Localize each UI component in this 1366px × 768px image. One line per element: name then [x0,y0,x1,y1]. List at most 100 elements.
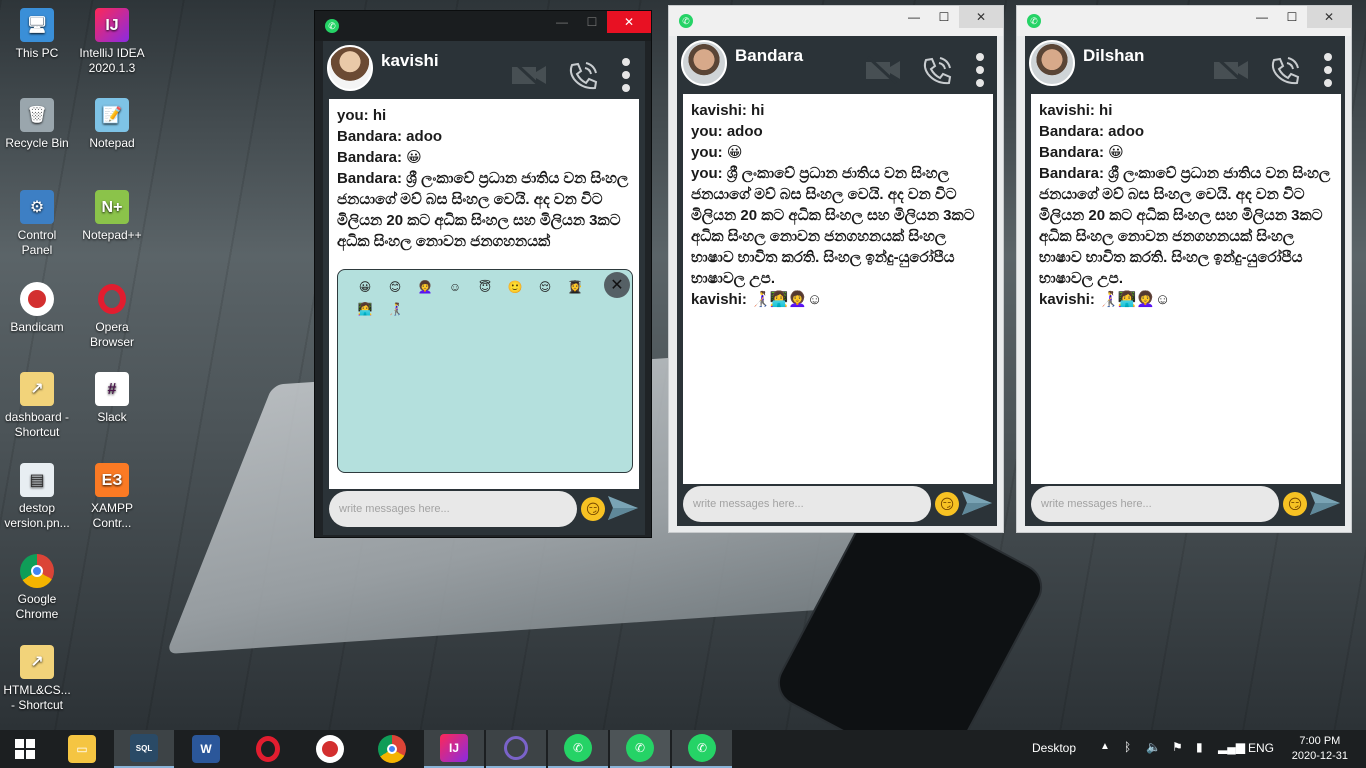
close-button[interactable]: ✕ [607,11,651,33]
emoji-option[interactable]: 😌 [530,280,560,294]
message-input[interactable] [683,486,931,522]
desktop-icon-label: Slack [97,410,127,424]
maximize-button[interactable]: ☐ [577,11,607,33]
more-options-icon[interactable] [1321,52,1335,88]
minimize-button[interactable]: — [547,11,577,33]
emoji-option[interactable]: ☺ [440,280,470,294]
emoji-button[interactable]: 😏 [581,497,605,521]
send-button[interactable] [959,488,995,518]
video-off-icon[interactable] [863,52,903,88]
start-button[interactable] [0,730,50,768]
minimize-button[interactable]: — [899,6,929,28]
taskbar-word[interactable]: W [176,730,236,768]
taskbar-chrome[interactable] [362,730,422,768]
network-signal-icon[interactable]: ▂▄▆ [1218,740,1245,754]
phone-call-icon[interactable] [919,52,955,88]
maximize-button[interactable]: ☐ [1277,6,1307,28]
minimize-button[interactable]: — [1247,6,1277,28]
desktop-icon-intellij[interactable]: IJ IntelliJ IDEA 2020.1.3 [77,8,147,76]
bluetooth-icon[interactable]: ᛒ [1124,740,1131,754]
desktop-icon-label: destop version.pn... [4,501,70,530]
emoji-button[interactable]: 😏 [935,492,959,516]
taskbar-bandicam[interactable] [300,730,360,768]
phone-call-icon[interactable] [1267,52,1303,88]
taskbar-whatsapp-3[interactable]: ✆ [672,730,732,768]
clock[interactable]: 7:00 PM 2020-12-31 [1292,734,1348,764]
emoji-option[interactable]: 👩‍🎓 [560,280,590,294]
message: you: 😀 [691,144,743,161]
avatar[interactable] [1029,40,1075,86]
desktop-icon-label: XAMPP Contr... [90,501,133,530]
taskbar-intellij[interactable]: IJ [424,730,484,768]
message-list: kavishi: hi you: adoo you: 😀 you: ශ්‍රී … [683,94,993,484]
emoji-picker-panel: 😀 😊 👩‍🦱 ☺ 😇 🙂 😌 👩‍🎓 👩‍💻 👩‍🦯 ✕ [337,269,633,473]
desktop-icon-dashboard[interactable]: ↗ dashboard - Shortcut [2,372,72,440]
desktop-icon-control-panel[interactable]: ⚙ Control Panel [2,190,72,258]
message-input[interactable] [1031,486,1279,522]
chat-window-kavishi[interactable]: ✆ — ☐ ✕ kavishi you: hi Bandara: adoo Ba… [314,10,652,538]
desktop-icon-xampp[interactable]: ЕЗ XAMPP Contr... [77,463,147,531]
taskbar-opera[interactable] [238,730,298,768]
desktop-icon-slack[interactable]: # Slack [77,372,147,425]
emoji-option[interactable]: 😊 [380,280,410,294]
desktop-icon-notepadpp[interactable]: N+ Notepad++ [77,190,147,243]
slack-icon: # [95,372,129,406]
phone-call-icon[interactable] [565,57,601,93]
emoji-option[interactable]: 🙂 [500,280,530,294]
tray-desktop-toolbar[interactable]: Desktop [1032,741,1076,755]
battery-icon[interactable]: ▮ [1196,740,1203,754]
window-titlebar[interactable]: ✆ — ☐ ✕ [1017,6,1351,36]
message-input[interactable] [329,491,577,527]
taskbar-whatsapp-2[interactable]: ✆ [610,730,670,768]
emoji-option[interactable]: 👩‍💻 [350,302,380,316]
close-button[interactable]: ✕ [959,6,1003,28]
message: you: adoo [691,123,763,140]
chat-panel: Dilshan kavishi: hi Bandara: adoo Bandar… [1025,36,1345,526]
more-options-icon[interactable] [973,52,987,88]
maximize-button[interactable]: ☐ [929,6,959,28]
volume-icon[interactable]: 🔈 [1146,740,1161,754]
show-hidden-icons-icon[interactable]: ▲ [1100,741,1110,752]
message: Bandara: ශ්‍රී ලංකාවේ ප්‍රධාන ජාතිය වන ස… [1039,165,1331,287]
emoji-option[interactable]: 👩‍🦱 [410,280,440,294]
avatar[interactable] [681,40,727,86]
emoji-button[interactable]: 😏 [1283,492,1307,516]
send-button[interactable] [605,493,641,523]
desktop-icon-html-css[interactable]: ↗ HTML&CS... - Shortcut [2,645,72,713]
control-panel-icon: ⚙ [20,190,54,224]
emoji-option[interactable]: 😀 [350,280,380,294]
chat-header: Dilshan [1025,36,1345,94]
desktop-icon-opera[interactable]: Opera Browser [77,282,147,350]
window-titlebar[interactable]: ✆ — ☐ ✕ [315,11,651,41]
input-language[interactable]: ENG [1248,741,1274,755]
window-titlebar[interactable]: ✆ — ☐ ✕ [669,6,1003,36]
shortcut-icon: ↗ [20,645,54,679]
taskbar-mysql[interactable]: SQL [114,730,174,768]
desktop-icon-bandicam[interactable]: Bandicam [2,282,72,335]
taskbar-file-explorer[interactable]: ▭ [52,730,112,768]
more-options-icon[interactable] [619,57,633,93]
chat-window-bandara[interactable]: ✆ — ☐ ✕ Bandara kavishi: hi you: adoo yo… [668,5,1004,533]
close-emoji-panel-button[interactable]: ✕ [604,272,630,298]
avatar[interactable] [327,45,373,91]
whatsapp-icon: ✆ [688,734,716,762]
flag-icon[interactable]: ⚑ [1172,740,1183,754]
desktop-icon-recycle-bin[interactable]: 🗑 Recycle Bin [2,98,72,151]
send-button[interactable] [1307,488,1343,518]
chat-panel: Bandara kavishi: hi you: adoo you: 😀 you… [677,36,997,526]
emoji-option[interactable]: 😇 [470,280,500,294]
video-off-icon[interactable] [1211,52,1251,88]
taskbar-app[interactable] [486,730,546,768]
desktop-icon-this-pc[interactable]: 🖥 This PC [2,8,72,61]
send-icon [608,496,638,520]
video-off-icon[interactable] [509,57,549,93]
message-input-row: 😏 [1031,486,1341,524]
close-button[interactable]: ✕ [1307,6,1351,28]
desktop-icon-chrome[interactable]: Google Chrome [2,554,72,622]
desktop-icon-notepad[interactable]: 📝 Notepad [77,98,147,151]
chat-window-dilshan[interactable]: ✆ — ☐ ✕ Dilshan kavishi: hi Bandara: ado… [1016,5,1352,533]
emoji-option[interactable]: 👩‍🦯 [380,302,410,316]
chat-header: kavishi [323,41,645,99]
taskbar-whatsapp-1[interactable]: ✆ [548,730,608,768]
desktop-icon-destop-version[interactable]: ▤ destop version.pn... [2,463,72,531]
